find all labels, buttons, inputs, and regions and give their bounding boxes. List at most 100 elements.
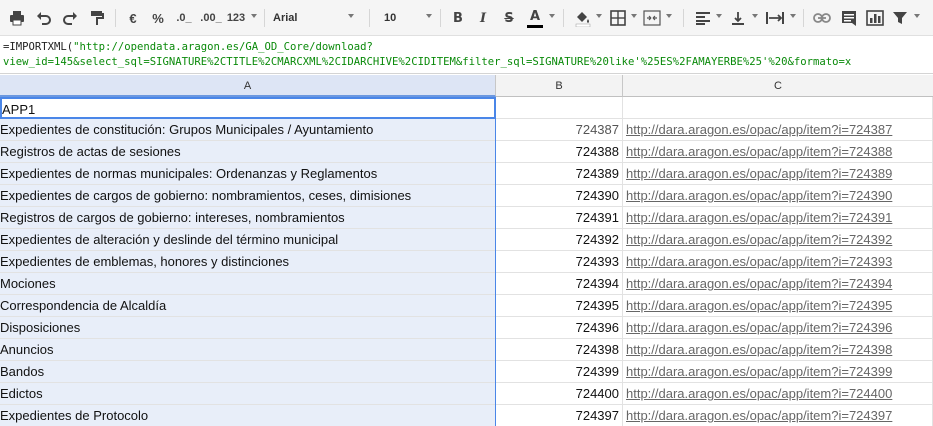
currency-format-button[interactable]: € (123, 6, 143, 30)
cell-b[interactable] (496, 97, 623, 119)
cell-b[interactable]: 724400 (496, 383, 623, 405)
formula-line-2: view_id=145&select_sql=SIGNATURE%2CTITLE… (3, 56, 852, 68)
font-family-select[interactable]: Arial (273, 6, 363, 30)
cell-a[interactable]: Expedientes de Protocolo (0, 405, 496, 426)
cell-a[interactable]: Bandos (0, 361, 496, 383)
cell-c-link[interactable]: http://dara.aragon.es/opac/app/item?i=72… (623, 185, 933, 207)
chevron-down-icon (596, 14, 602, 18)
table-row: Expedientes de constitución: Grupos Muni… (0, 119, 933, 141)
fill-color-button[interactable] (572, 6, 594, 30)
cell-b[interactable]: 724389 (496, 163, 623, 185)
cell-b[interactable]: 724398 (496, 339, 623, 361)
cell-a[interactable]: APP1 (0, 97, 496, 119)
cell-a[interactable]: Edictos (0, 383, 496, 405)
chevron-down-icon (348, 14, 354, 18)
cell-c-link[interactable]: http://dara.aragon.es/opac/app/item?i=72… (623, 163, 933, 185)
table-row: Registros de actas de sesiones 724388 http… (0, 141, 933, 163)
more-formats-button[interactable]: 123 (224, 6, 248, 30)
font-size-select[interactable]: 10 (384, 6, 424, 30)
chevron-down-icon (631, 14, 637, 18)
increase-decimals-button[interactable]: .00_ (198, 6, 224, 30)
cell-a[interactable]: Expedientes de alteración y deslinde del… (0, 229, 496, 251)
cell-c-link[interactable]: http://dara.aragon.es/opac/app/item?i=72… (623, 339, 933, 361)
cell-c-link[interactable]: http://dara.aragon.es/opac/app/item?i=72… (623, 317, 933, 339)
undo-button[interactable] (33, 6, 55, 30)
paint-format-icon (91, 11, 104, 25)
column-header-c[interactable]: C (623, 75, 933, 97)
redo-button[interactable] (59, 6, 81, 30)
cell-b[interactable]: 724391 (496, 207, 623, 229)
chevron-down-icon (914, 14, 920, 18)
cell-a[interactable]: Mociones (0, 273, 496, 295)
cell-a[interactable]: Registros de actas de sesiones (0, 141, 496, 163)
filter-button[interactable] (889, 6, 911, 30)
table-row: Anuncios 724398 http://dara.aragon.es/opac… (0, 339, 933, 361)
cell-b[interactable]: 724393 (496, 251, 623, 273)
chevron-down-icon (752, 14, 758, 18)
cell-a[interactable]: Disposiciones (0, 317, 496, 339)
table-row: Expedientes de normas municipales: Orden… (0, 163, 933, 185)
cell-b[interactable]: 724387 (496, 119, 623, 141)
selection-edge (495, 97, 496, 426)
table-row: Expedientes de emblemas, honores y disti… (0, 251, 933, 273)
comment-icon (842, 11, 856, 26)
text-wrapping-button[interactable] (763, 6, 787, 30)
align-bottom-icon (732, 12, 744, 25)
vertical-align-button[interactable] (727, 6, 749, 30)
cell-b[interactable]: 724390 (496, 185, 623, 207)
borders-button[interactable] (607, 6, 629, 30)
filter-icon (893, 12, 907, 24)
cell-b[interactable]: 724395 (496, 295, 623, 317)
chevron-down-icon (549, 14, 555, 18)
percent-format-button[interactable]: % (148, 6, 168, 30)
cell-c-link[interactable]: http://dara.aragon.es/opac/app/item?i=72… (623, 207, 933, 229)
cell-b[interactable]: 724396 (496, 317, 623, 339)
merge-cells-button[interactable] (641, 6, 663, 30)
insert-chart-button[interactable] (864, 6, 886, 30)
cell-a[interactable]: Registros de cargos de gobierno: interes… (0, 207, 496, 229)
cell-c-link[interactable]: http://dara.aragon.es/opac/app/item?i=72… (623, 295, 933, 317)
table-row: Mociones 724394 http://dara.aragon.es/opac… (0, 273, 933, 295)
cell-b[interactable]: 724397 (496, 405, 623, 426)
strikethrough-button[interactable]: S (500, 6, 518, 30)
cell-c-link[interactable]: http://dara.aragon.es/opac/app/item?i=72… (623, 251, 933, 273)
cell-c-link[interactable] (623, 97, 933, 119)
link-icon (813, 13, 831, 23)
column-header-b[interactable]: B (496, 75, 623, 97)
cell-a[interactable]: Expedientes de constitución: Grupos Muni… (0, 119, 496, 141)
cell-b[interactable]: 724394 (496, 273, 623, 295)
paint-format-button[interactable] (86, 6, 108, 30)
redo-icon (63, 12, 77, 25)
merge-cells-icon (643, 10, 661, 26)
cell-c-link[interactable]: http://dara.aragon.es/opac/app/item?i=72… (623, 273, 933, 295)
insert-comment-button[interactable] (838, 6, 860, 30)
text-color-button[interactable]: A (525, 6, 545, 30)
chevron-down-icon (251, 14, 257, 18)
cell-a[interactable]: Expedientes de normas municipales: Orden… (0, 163, 496, 185)
cell-c-link[interactable]: http://dara.aragon.es/opac/app/item?i=72… (623, 405, 933, 426)
decrease-decimals-button[interactable]: .0_ (172, 6, 196, 30)
horizontal-align-button[interactable] (692, 6, 714, 30)
cell-c-link[interactable]: http://dara.aragon.es/opac/app/item?i=72… (623, 229, 933, 251)
cell-b[interactable]: 724388 (496, 141, 623, 163)
formula-bar[interactable]: =IMPORTXML("http://opendata.aragon.es/GA… (0, 37, 933, 74)
table-row: Bandos 724399 http://dara.aragon.es/opac/a… (0, 361, 933, 383)
cell-a[interactable]: Anuncios (0, 339, 496, 361)
bold-button[interactable]: B (449, 6, 467, 30)
italic-button[interactable]: I (474, 6, 492, 30)
table-row: Correspondencia de Alcaldía 724395 http://… (0, 295, 933, 317)
cell-c-link[interactable]: http://dara.aragon.es/opac/app/item?i=72… (623, 119, 933, 141)
cell-c-link[interactable]: http://dara.aragon.es/opac/app/item?i=72… (623, 141, 933, 163)
cell-c-link[interactable]: http://dara.aragon.es/opac/app/item?i=72… (623, 361, 933, 383)
color-swatch (527, 24, 543, 28)
insert-link-button[interactable] (811, 6, 833, 30)
cell-b[interactable]: 724392 (496, 229, 623, 251)
column-header-a[interactable]: A (0, 75, 496, 97)
cell-a[interactable]: Expedientes de cargos de gobierno: nombr… (0, 185, 496, 207)
cell-a[interactable]: Correspondencia de Alcaldía (0, 295, 496, 317)
text-overflow-icon (766, 12, 784, 24)
print-button[interactable] (6, 6, 28, 30)
cell-b[interactable]: 724399 (496, 361, 623, 383)
cell-a[interactable]: Expedientes de emblemas, honores y disti… (0, 251, 496, 273)
cell-c-link[interactable]: http://dara.aragon.es/opac/app/item?i=72… (623, 383, 933, 405)
